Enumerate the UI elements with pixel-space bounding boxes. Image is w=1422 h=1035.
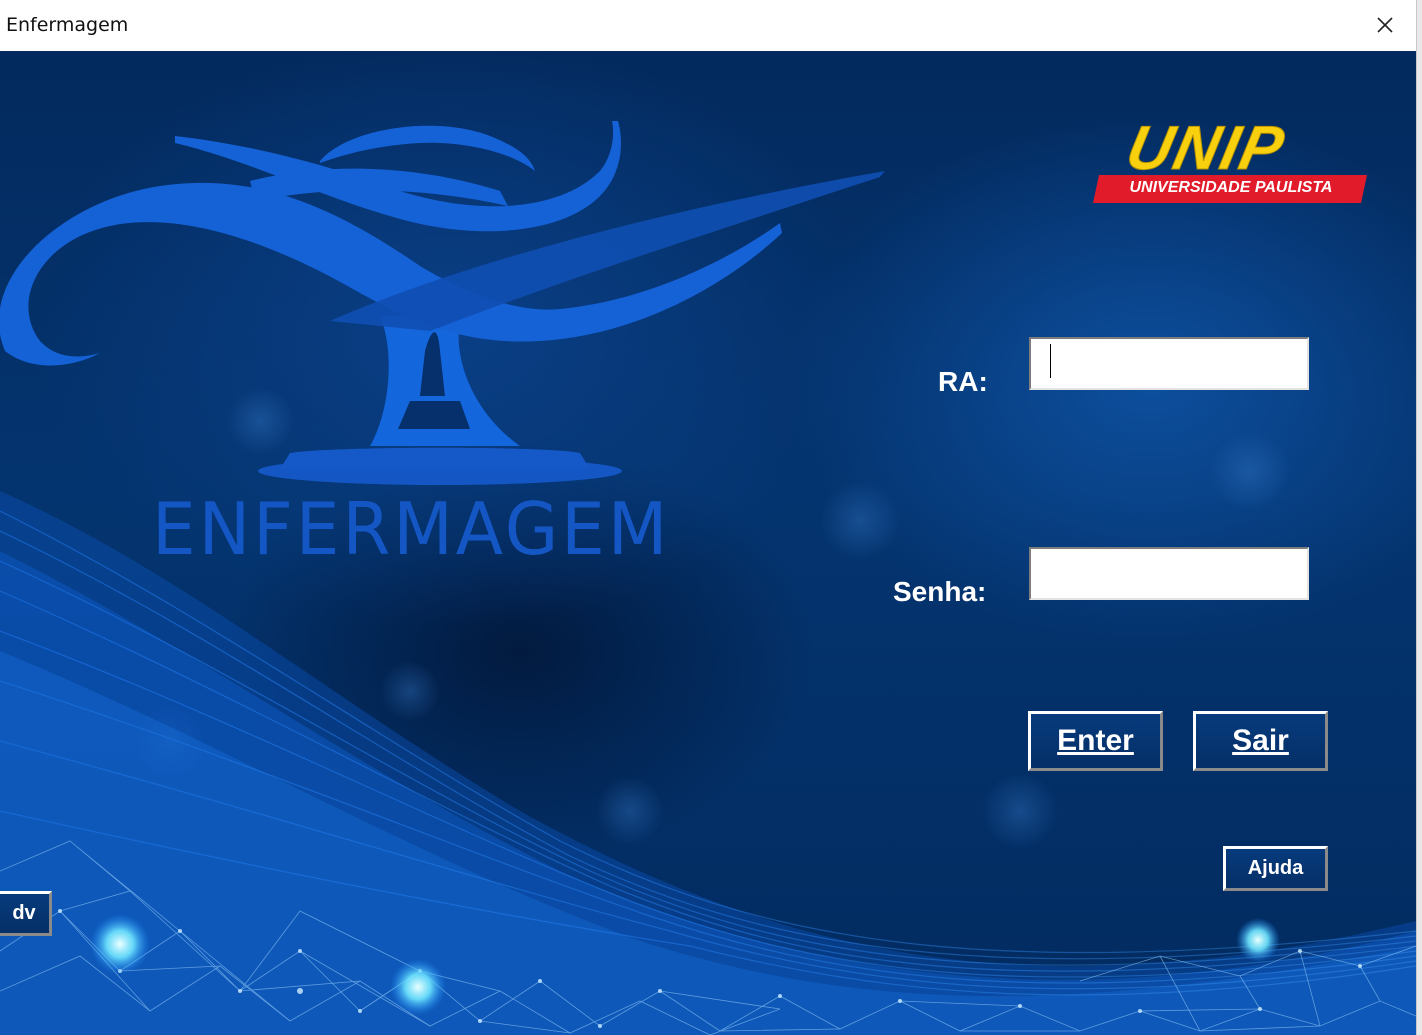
course-logo-text: ENFERMAGEM: [152, 487, 671, 571]
sair-button[interactable]: Sair: [1193, 711, 1328, 771]
title-bar: Enfermagem: [0, 0, 1416, 51]
nursing-lamp-icon: [0, 121, 885, 485]
ajuda-button[interactable]: Ajuda: [1223, 846, 1328, 891]
login-background: ENFERMAGEM UNIP UNIVERSIDADE PAULISTA RA…: [0, 51, 1416, 1035]
window-title: Enfermagem: [6, 14, 129, 36]
senha-label: Senha:: [893, 576, 987, 607]
senha-input[interactable]: [1029, 547, 1309, 600]
window-edge: [1416, 0, 1422, 1035]
ra-label: RA:: [938, 366, 988, 397]
text-caret: [1050, 344, 1051, 378]
unip-logo-word: UNIP: [1120, 114, 1292, 184]
dv-button[interactable]: dv: [0, 891, 52, 936]
ra-input[interactable]: [1029, 337, 1309, 390]
close-icon[interactable]: [1368, 8, 1402, 42]
enter-button[interactable]: Enter: [1028, 711, 1163, 771]
unip-logo: UNIP UNIVERSIDADE PAULISTA: [1090, 114, 1375, 207]
unip-logo-subtitle: UNIVERSIDADE PAULISTA: [1129, 179, 1333, 196]
login-window: Enfermagem ENFERMAGEM UNIP UNIVERSIDADE …: [0, 0, 1422, 1035]
